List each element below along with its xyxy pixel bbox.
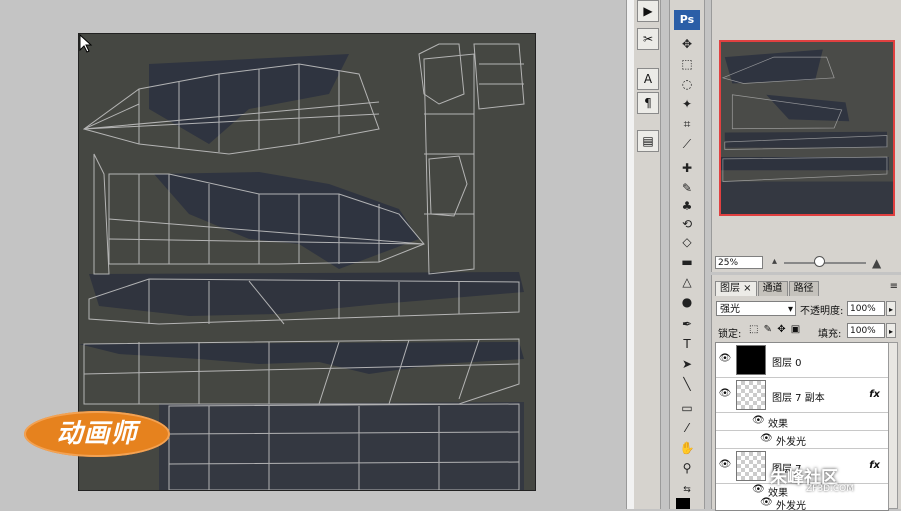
history-brush-icon[interactable]: ⟲ — [677, 216, 697, 233]
pen-tool-icon[interactable]: ✒ — [677, 316, 697, 333]
dodge-tool-icon[interactable]: ● — [677, 294, 697, 311]
swap-colors-icon[interactable]: ⇆ — [677, 482, 697, 499]
type-tool-icon[interactable]: T — [677, 336, 697, 353]
lock-all-icon[interactable]: ▣ — [791, 324, 801, 335]
document-workspace: 动画师 — [0, 0, 626, 509]
site-watermark-url: ZF3D.COM — [806, 484, 854, 494]
photoshop-logo[interactable]: Ps — [674, 10, 700, 30]
zoom-out-icon[interactable]: ▴ — [772, 256, 777, 267]
outer-glow-label: 外发光 — [776, 437, 806, 448]
zoom-slider-handle[interactable] — [814, 256, 825, 267]
tab-channels[interactable]: 通道 — [757, 281, 788, 296]
lasso-tool-icon[interactable]: ◌ — [677, 76, 697, 93]
effect-row[interactable]: 👁 外发光 — [716, 431, 888, 449]
effects-row[interactable]: 👁 效果 — [716, 413, 888, 431]
tab-layers[interactable]: 图层 × — [715, 281, 757, 296]
visibility-eye-icon[interactable]: 👁 — [718, 459, 732, 470]
paragraph-panel-icon[interactable]: ¶ — [637, 92, 659, 114]
path-selection-icon[interactable]: ➤ — [677, 356, 697, 373]
panel-tabs: 图层 × 通道 路径 — [715, 281, 820, 296]
layer-thumbnail — [736, 345, 766, 375]
layer-name[interactable]: 图层 0 — [772, 354, 802, 369]
crop-tool-icon[interactable]: ⌗ — [677, 116, 697, 133]
zoom-tool-icon[interactable]: ⚲ — [677, 460, 697, 477]
clone-stamp-icon[interactable]: ♣ — [677, 198, 697, 215]
hand-tool-icon[interactable]: ✋ — [677, 440, 697, 457]
navigator-zoom-slider[interactable] — [784, 262, 866, 264]
character-panel-icon[interactable]: A — [637, 68, 659, 90]
fill-input[interactable]: 100% — [847, 323, 885, 338]
fill-arrow-icon[interactable]: ▸ — [886, 323, 896, 338]
blend-mode-select[interactable]: 强光 — [716, 301, 796, 317]
opacity-label: 不透明度: — [800, 306, 844, 317]
layer-row[interactable]: 👁 图层 0 — [716, 343, 888, 378]
panel-menu-icon[interactable]: ≡ — [890, 281, 898, 292]
lock-transparency-icon[interactable]: ⬚ — [749, 324, 759, 335]
visibility-eye-icon[interactable]: 👁 — [718, 353, 732, 364]
fx-badge[interactable]: fx — [869, 389, 880, 400]
marquee-tool-icon[interactable]: ⬚ — [677, 56, 697, 73]
visibility-eye-icon[interactable]: 👁 — [718, 388, 732, 399]
magic-wand-icon[interactable]: ✦ — [677, 96, 697, 113]
mouse-cursor-icon — [79, 34, 93, 53]
brush-tool-icon[interactable]: ✎ — [677, 180, 697, 197]
notes-tool-icon[interactable]: ▭ — [677, 400, 697, 417]
eraser-tool-icon[interactable]: ◇ — [677, 234, 697, 251]
healing-brush-icon[interactable]: ✚ — [677, 160, 697, 177]
effect-row[interactable]: 👁 外发光 — [716, 497, 888, 510]
tools-panel: Ps ✥ ⬚ ◌ ✦ ⌗ ⟋ ✚ ✎ ♣ ⟲ ◇ ▬ △ ● ✒ T ➤ ╲ ▭… — [669, 0, 705, 509]
blur-tool-icon[interactable]: △ — [677, 274, 697, 291]
navigator-preview-image — [721, 42, 893, 214]
gradient-tool-icon[interactable]: ▬ — [677, 254, 697, 271]
layer-name[interactable]: 图层 7 副本 — [772, 389, 825, 404]
navigator-zoom-input[interactable]: 25% — [715, 256, 763, 269]
fx-badge[interactable]: fx — [869, 460, 880, 471]
lock-options[interactable]: ⬚ ✎ ✥ ▣ — [749, 324, 801, 335]
tool-presets-icon[interactable]: ✂ — [637, 28, 659, 50]
move-tool-icon[interactable]: ✥ — [677, 36, 697, 53]
slice-tool-icon[interactable]: ⟋ — [677, 136, 697, 153]
collapsed-panel-dock: ▶ ✂ A ¶ ▤ — [634, 0, 661, 509]
tab-paths[interactable]: 路径 — [788, 281, 819, 296]
opacity-arrow-icon[interactable]: ▸ — [886, 301, 896, 316]
zoom-in-icon[interactable]: ▲ — [872, 256, 881, 270]
foreground-color-swatch[interactable] — [676, 498, 690, 509]
effects-eye-icon[interactable]: 👁 — [752, 415, 765, 426]
effects-eye-icon[interactable]: 👁 — [752, 484, 765, 495]
effect-eye-icon[interactable]: 👁 — [760, 433, 773, 444]
effects-label: 效果 — [768, 419, 788, 430]
lock-label: 锁定: — [718, 329, 742, 340]
lock-position-icon[interactable]: ✥ — [777, 324, 786, 335]
watermark-logo: 动画师 — [24, 411, 170, 457]
layer-thumbnail — [736, 380, 766, 410]
layer-thumbnail — [736, 451, 766, 481]
line-tool-icon[interactable]: ╲ — [677, 376, 697, 393]
navigator-thumbnail[interactable] — [719, 40, 895, 216]
lock-pixels-icon[interactable]: ✎ — [764, 324, 773, 335]
layer-row[interactable]: 👁 图层 7 副本 fx — [716, 378, 888, 413]
fill-label: 填充: — [818, 329, 842, 340]
layer-comps-icon[interactable]: ▤ — [637, 130, 659, 152]
opacity-input[interactable]: 100% — [847, 301, 885, 316]
actions-panel-icon[interactable]: ▶ — [637, 0, 659, 22]
effect-eye-icon[interactable]: 👁 — [760, 497, 773, 508]
layer-list-scrollbar[interactable] — [888, 342, 898, 509]
eyedropper-tool-icon[interactable]: ⁄ — [677, 420, 697, 437]
navigator-panel: 25% ▴ ▲ — [711, 0, 901, 272]
